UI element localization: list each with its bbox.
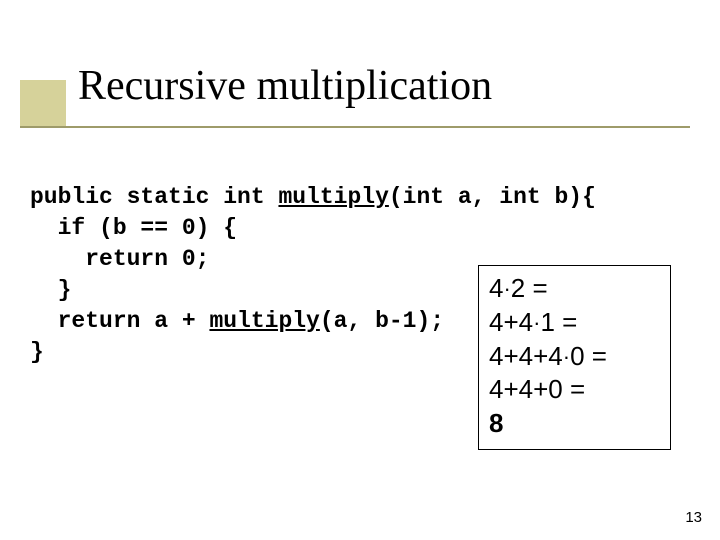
code-line-1b: multiply — [278, 184, 388, 210]
code-line-1c: (int a, int b){ — [389, 184, 596, 210]
calc-r1a: 4 — [489, 273, 503, 303]
page-number: 13 — [685, 509, 702, 526]
code-line-3: return 0; — [30, 246, 209, 272]
calc-r1b: 2 = — [511, 273, 548, 303]
code-line-5c: (a, b-1); — [320, 308, 444, 334]
code-line-5a: return a + — [30, 308, 209, 334]
title-underline — [20, 126, 690, 128]
title-accent-square — [20, 80, 66, 126]
calc-row-3: 4+4+4·0 = — [489, 340, 660, 374]
calc-row-1: 4·2 = — [489, 272, 660, 306]
dot-icon: · — [503, 276, 510, 301]
calc-r3b: 0 = — [570, 341, 607, 371]
code-line-2: if (b == 0) { — [30, 215, 237, 241]
slide-title: Recursive multiplication — [78, 62, 700, 110]
code-line-6: } — [30, 339, 44, 365]
code-line-1a: public static int — [30, 184, 278, 210]
calc-row-4: 4+4+0 = — [489, 373, 660, 407]
calc-r2a: 4+4 — [489, 307, 533, 337]
code-line-5b: multiply — [209, 308, 319, 334]
dot-icon: · — [563, 344, 570, 369]
calc-r3a: 4+4+4 — [489, 341, 563, 371]
calc-r2b: 1 = — [540, 307, 577, 337]
calc-box: 4·2 = 4+4·1 = 4+4+4·0 = 4+4+0 = 8 — [478, 265, 671, 450]
calc-row-5: 8 — [489, 407, 660, 441]
slide: Recursive multiplication public static i… — [0, 0, 720, 540]
code-line-4: } — [30, 277, 71, 303]
title-block: Recursive multiplication — [20, 62, 700, 110]
calc-row-2: 4+4·1 = — [489, 306, 660, 340]
